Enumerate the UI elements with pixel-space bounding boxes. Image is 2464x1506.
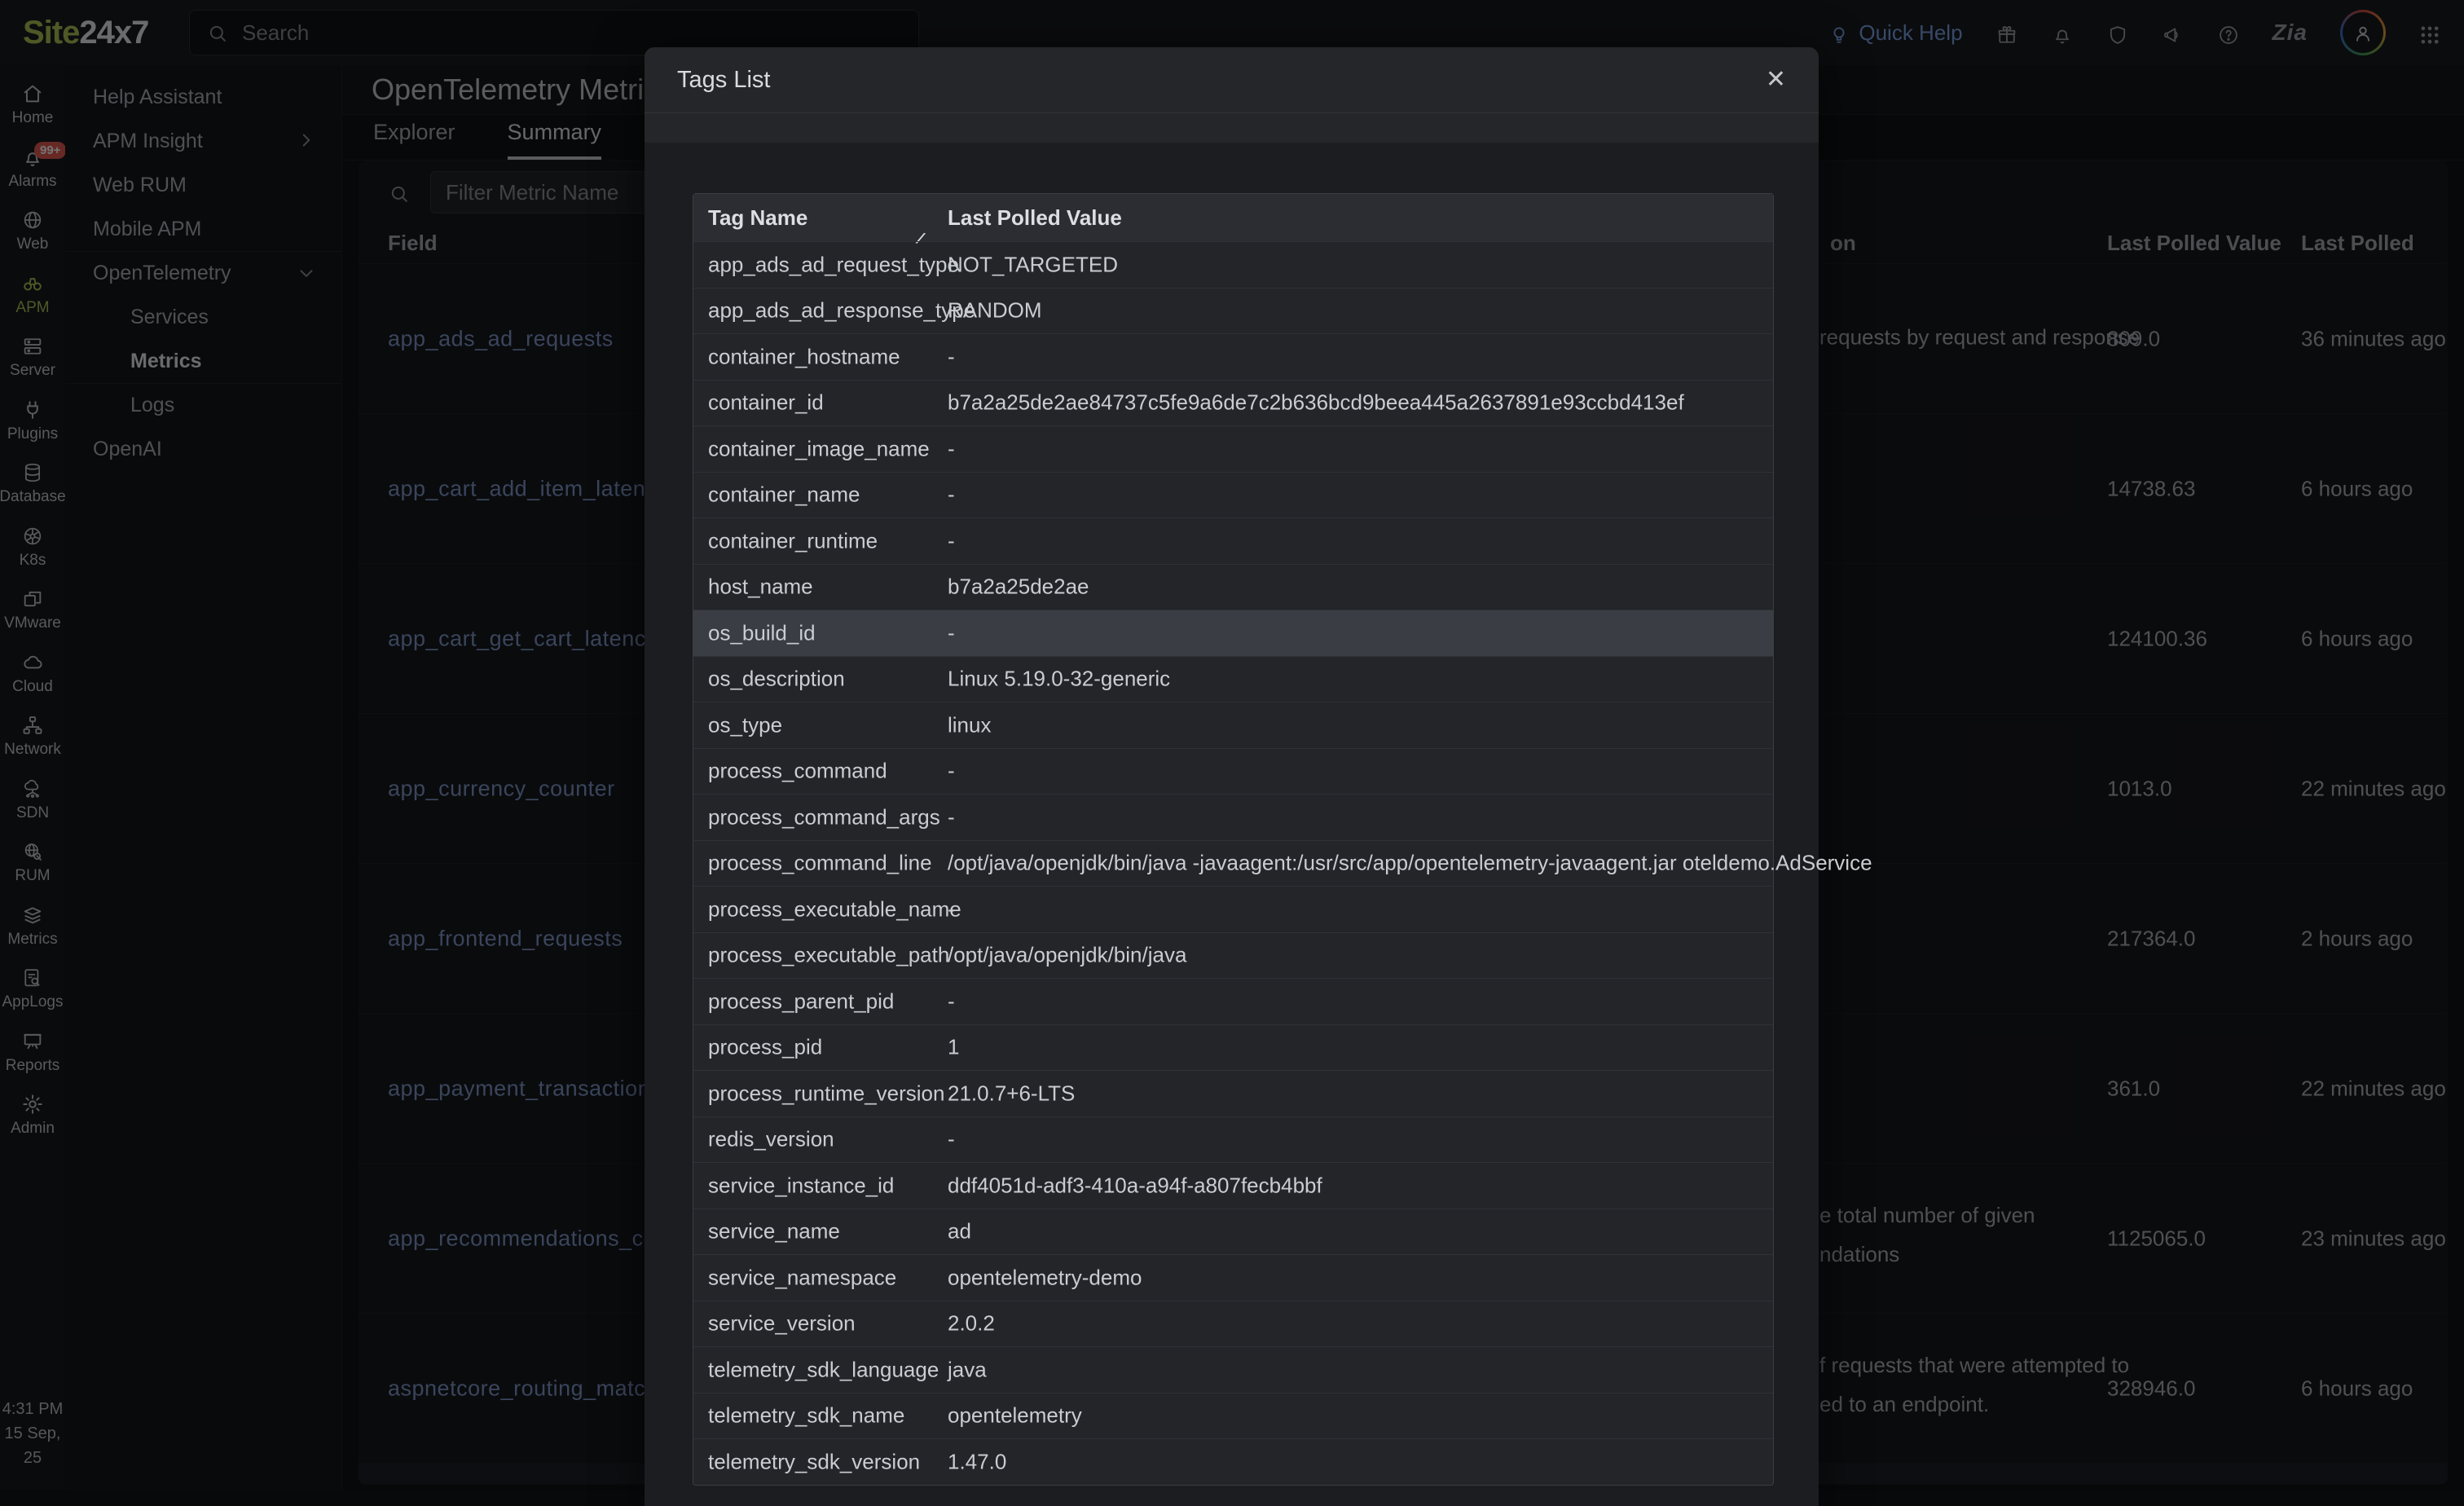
tag-row[interactable]: container_image_name - (693, 425, 1773, 472)
tag-name-cell: os_build_id (708, 620, 816, 645)
tag-value-cell: - (948, 989, 955, 1014)
modal-title: Tags List (677, 67, 1766, 94)
tag-name-header[interactable]: Tag Name (708, 205, 807, 231)
tag-name-cell: app_ads_ad_response_type (708, 298, 975, 324)
tag-row[interactable]: host_name b7a2a25de2ae (693, 564, 1773, 610)
tag-row[interactable]: process_command - (693, 748, 1773, 795)
tag-name-cell: process_parent_pid (708, 989, 894, 1014)
tag-name-cell: process_pid (708, 1035, 822, 1060)
tag-row[interactable]: service_version 2.0.2 (693, 1301, 1773, 1347)
tag-name-cell: process_command (708, 759, 887, 784)
tag-name-cell: container_runtime (708, 528, 878, 553)
tag-name-cell: os_description (708, 667, 845, 692)
app-root: Site24x7 Search Quick Help Zia (0, 0, 2464, 1490)
tag-value-cell: linux (948, 712, 991, 738)
tag-value-cell: - (948, 1127, 955, 1152)
tag-name-cell: telemetry_sdk_version (708, 1449, 920, 1474)
tag-row[interactable]: app_ads_ad_response_type RANDOM (693, 288, 1773, 334)
tag-value-cell: /opt/java/openjdk/bin/java -javaagent:/u… (948, 851, 1872, 876)
tag-value-cell: b7a2a25de2ae (948, 575, 1089, 600)
modal-header: Tags List ✕ (645, 47, 1819, 113)
tag-name-cell: process_executable_name (708, 896, 961, 922)
tag-row[interactable]: telemetry_sdk_language java (693, 1346, 1773, 1393)
tag-row[interactable]: telemetry_sdk_version 1.47.0 (693, 1438, 1773, 1485)
tag-value-cell: opentelemetry-demo (948, 1265, 1142, 1290)
tag-value-cell: 2.0.2 (948, 1311, 995, 1336)
tag-value-cell: /opt/java/openjdk/bin/java (948, 943, 1186, 968)
tag-row[interactable]: process_executable_path /opt/java/openjd… (693, 932, 1773, 979)
tag-value-cell: NOT_TARGETED (948, 252, 1118, 277)
tag-row[interactable]: process_executable_name - (693, 886, 1773, 932)
tag-row[interactable]: container_name - (693, 472, 1773, 518)
tag-value-cell: - (948, 620, 955, 645)
tag-row[interactable]: process_command_line /opt/java/openjdk/b… (693, 840, 1773, 887)
tag-name-cell: process_command_args (708, 804, 940, 830)
tag-row[interactable]: os_description Linux 5.19.0-32-generic (693, 656, 1773, 702)
tag-row[interactable]: process_command_args - (693, 794, 1773, 840)
tag-name-cell: telemetry_sdk_name (708, 1403, 904, 1429)
tag-name-cell: container_id (708, 390, 824, 416)
last-polled-value-header[interactable]: Last Polled Value (948, 205, 1122, 231)
tag-value-cell: ddf4051d-adf3-410a-a94f-a807fecb4bbf (948, 1173, 1322, 1198)
tag-value-cell: 1.47.0 (948, 1449, 1006, 1474)
tag-name-cell: service_namespace (708, 1265, 896, 1290)
tag-value-cell: - (948, 528, 955, 553)
tag-value-cell: Linux 5.19.0-32-generic (948, 667, 1170, 692)
tag-name-cell: container_image_name (708, 436, 930, 461)
tags-table: Tag Name Last Polled Value ∕∕ app_ads_ad… (693, 193, 1774, 1486)
tag-row[interactable]: service_name ad (693, 1209, 1773, 1255)
tag-row[interactable]: service_instance_id ddf4051d-adf3-410a-a… (693, 1162, 1773, 1209)
tag-row[interactable]: process_runtime_version 21.0.7+6-LTS (693, 1070, 1773, 1116)
tag-name-cell: process_runtime_version (708, 1081, 944, 1106)
tag-value-cell: 21.0.7+6-LTS (948, 1081, 1075, 1106)
tag-value-cell: 1 (948, 1035, 959, 1060)
tag-value-cell: RANDOM (948, 298, 1042, 324)
tag-value-cell: - (948, 759, 955, 784)
tag-name-cell: host_name (708, 575, 813, 600)
tag-name-cell: container_hostname (708, 344, 900, 369)
tag-row[interactable]: os_build_id - (693, 610, 1773, 656)
tag-name-cell: service_version (708, 1311, 856, 1336)
tag-value-cell: - (948, 344, 955, 369)
tags-list-modal: Tags List ✕ Tag Name Last Polled Value ∕… (645, 47, 1819, 1506)
close-icon[interactable]: ✕ (1766, 68, 1786, 92)
tag-row[interactable]: process_pid 1 (693, 1024, 1773, 1071)
tag-value-cell: - (948, 436, 955, 461)
tag-row[interactable]: container_id b7a2a25de2ae84737c5fe9a6de7… (693, 380, 1773, 426)
tag-name-cell: service_name (708, 1219, 840, 1244)
tag-value-cell: ad (948, 1219, 971, 1244)
tag-row[interactable]: service_namespace opentelemetry-demo (693, 1254, 1773, 1301)
tag-value-cell: opentelemetry (948, 1403, 1082, 1429)
tag-name-cell: process_command_line (708, 851, 932, 876)
tag-value-cell: b7a2a25de2ae84737c5fe9a6de7c2b636bcd9bee… (948, 390, 1684, 416)
tags-table-header: Tag Name Last Polled Value ∕∕ (693, 194, 1773, 241)
tag-name-cell: service_instance_id (708, 1173, 894, 1198)
tag-row[interactable]: telemetry_sdk_name opentelemetry (693, 1393, 1773, 1439)
tag-name-cell: telemetry_sdk_language (708, 1357, 939, 1382)
tag-name-cell: container_name (708, 482, 860, 508)
tags-rows: app_ads_ad_request_type NOT_TARGETED app… (693, 241, 1773, 1485)
tag-name-cell: redis_version (708, 1127, 834, 1152)
tag-name-cell: os_type (708, 712, 782, 738)
tag-value-cell: java (948, 1357, 987, 1382)
tag-name-cell: process_executable_path (708, 943, 949, 968)
tag-value-cell: - (948, 482, 955, 508)
tag-row[interactable]: app_ads_ad_request_type NOT_TARGETED (693, 241, 1773, 288)
tag-row[interactable]: container_runtime - (693, 517, 1773, 564)
tag-value-cell: - (948, 804, 955, 830)
tag-value-cell: - (948, 896, 955, 922)
tag-row[interactable]: container_hostname - (693, 333, 1773, 380)
modal-subheader-band (645, 113, 1819, 143)
tag-row[interactable]: redis_version - (693, 1116, 1773, 1163)
tag-row[interactable]: os_type linux (693, 702, 1773, 748)
tag-row[interactable]: process_parent_pid - (693, 978, 1773, 1024)
tag-name-cell: app_ads_ad_request_type (708, 252, 959, 277)
